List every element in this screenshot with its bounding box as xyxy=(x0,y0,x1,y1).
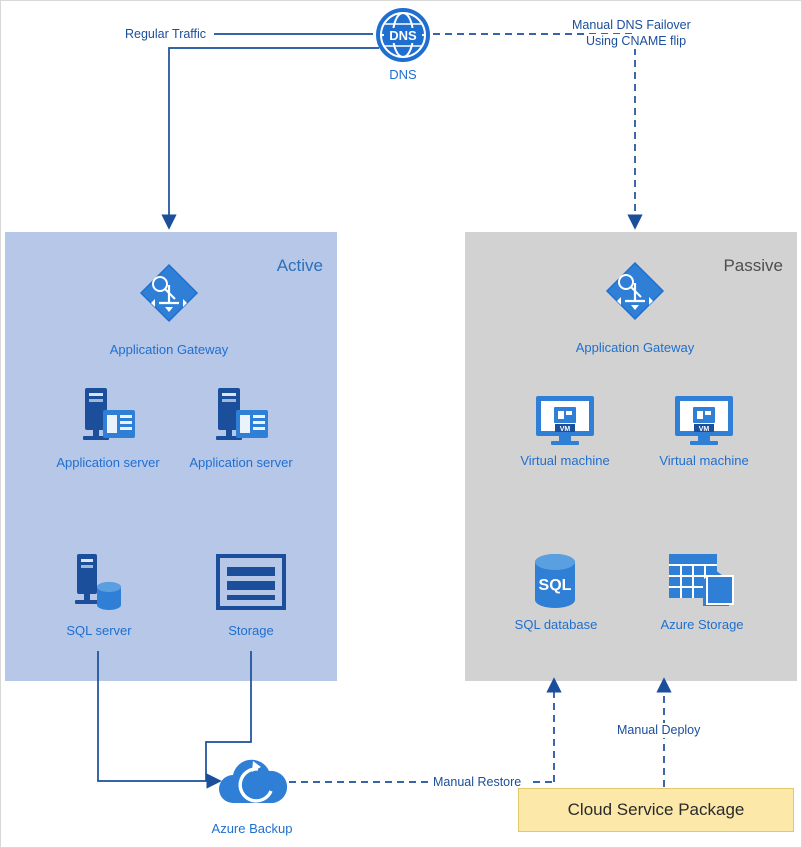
edge-label-regular-traffic: Regular Traffic xyxy=(123,27,209,42)
node-active-app-server-1-label: Application server xyxy=(56,455,160,470)
application-gateway-icon xyxy=(605,261,665,321)
node-active-sql-server[interactable] xyxy=(71,552,127,614)
node-active-storage-label: Storage xyxy=(228,623,274,638)
edge-label-manual-dns-failover-line2: Using CNAME flip xyxy=(584,34,689,49)
node-active-app-server-1[interactable] xyxy=(77,386,139,448)
node-passive-vm-1[interactable]: VM xyxy=(534,394,596,448)
cloud-service-package-label: Cloud Service Package xyxy=(567,800,745,819)
node-active-gateway-label: Application Gateway xyxy=(109,342,229,357)
edge-label-manual-deploy: Manual Deploy xyxy=(615,723,703,738)
azure-storage-icon xyxy=(669,554,734,606)
cloud-service-package-box[interactable]: Cloud Service Package xyxy=(518,788,794,832)
node-active-storage[interactable] xyxy=(216,554,286,610)
node-passive-vm-2[interactable]: VM xyxy=(673,394,735,448)
node-active-sql-server-label: SQL server xyxy=(66,623,132,638)
node-active-app-server-2-label: Application server xyxy=(189,455,293,470)
edge-label-manual-dns-failover-line1: Manual DNS Failover xyxy=(570,18,693,33)
storage-icon xyxy=(216,554,286,610)
application-gateway-icon xyxy=(139,263,199,323)
node-azure-backup[interactable] xyxy=(213,753,291,811)
svg-text:DNS: DNS xyxy=(389,28,417,43)
node-passive-vm-1-label: Virtual machine xyxy=(520,453,610,468)
svg-text:SQL: SQL xyxy=(539,577,572,594)
node-active-gateway[interactable] xyxy=(139,263,199,323)
virtual-machine-icon: VM xyxy=(536,396,594,445)
node-active-app-server-2[interactable] xyxy=(210,386,272,448)
sql-database-icon: SQL xyxy=(535,554,575,608)
node-passive-azure-storage[interactable] xyxy=(667,552,737,610)
svg-text:VM: VM xyxy=(699,426,710,433)
node-passive-azure-storage-label: Azure Storage xyxy=(660,617,744,632)
zone-passive-title: Passive xyxy=(723,256,783,275)
svg-text:VM: VM xyxy=(560,426,571,433)
sql-server-icon xyxy=(75,554,121,610)
node-passive-gateway[interactable] xyxy=(605,261,665,321)
node-passive-vm-2-label: Virtual machine xyxy=(659,453,749,468)
node-dns[interactable]: DNS xyxy=(373,6,433,64)
server-icon xyxy=(216,388,268,440)
node-passive-gateway-label: Application Gateway xyxy=(575,340,695,355)
virtual-machine-icon: VM xyxy=(675,396,733,445)
azure-backup-cloud-icon xyxy=(219,759,288,803)
node-passive-sql-database-label: SQL database xyxy=(514,617,598,632)
zone-active-title: Active xyxy=(276,256,323,275)
node-dns-label: DNS xyxy=(389,67,417,82)
diagram-canvas: Active Passive Regular Traffic Manual DN… xyxy=(0,0,802,848)
node-passive-sql-database[interactable]: SQL xyxy=(529,550,581,612)
node-azure-backup-label: Azure Backup xyxy=(211,821,293,836)
edge-label-manual-restore: Manual Restore xyxy=(431,775,524,790)
dns-globe-icon: DNS xyxy=(376,8,430,62)
server-icon xyxy=(83,388,135,440)
